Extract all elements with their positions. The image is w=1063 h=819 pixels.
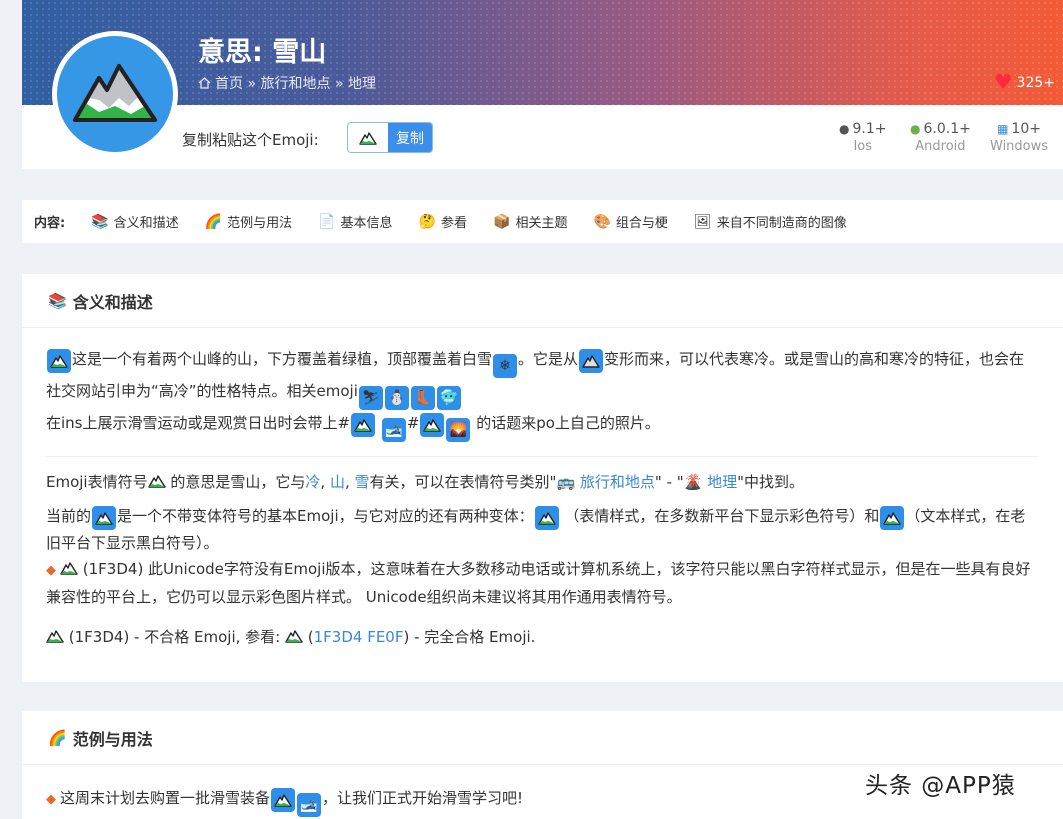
divider	[46, 456, 1039, 457]
snow-capped-mountain-icon	[359, 131, 377, 145]
snow-capped-mountain-icon	[46, 630, 64, 643]
copy-label: 复制粘贴这个Emoji:	[182, 131, 319, 149]
apple-icon: ●	[839, 122, 850, 136]
snowflake-icon[interactable]: ❄	[493, 354, 518, 378]
paragraph: (1F3D4) - 不合格 Emoji, 参看: (1F3D4 FE0F) - …	[46, 624, 1039, 650]
section-heading: 🌈 范例与用法	[22, 711, 1063, 765]
breadcrumb-separator: »	[334, 76, 344, 92]
platform-android: ● 6.0.1+ Android	[910, 121, 971, 154]
thinking-icon: 🤔	[418, 213, 436, 230]
paragraph: 这是一个有着两个山峰的山，下方覆盖着绿植，顶部覆盖着白雪 ❄ 。它是从 变形而来，可以…	[46, 346, 1039, 442]
snow-capped-mountain-icon	[73, 64, 157, 122]
platform-version: 6.0.1+	[923, 121, 971, 137]
link-fully-qualified[interactable]: 1F3D4 FE0F	[314, 628, 404, 646]
section-heading: 📚 含义和描述	[22, 274, 1063, 328]
toc-item-see-also[interactable]: 🤔 参看	[418, 212, 467, 232]
platform-ios: ● 9.1+ Ios	[839, 121, 886, 154]
folder-icon: 📦	[493, 213, 511, 230]
boot-icon[interactable]: 👢	[410, 386, 435, 410]
paragraph: 当前的 是一个不带变体符号的基本Emoji，与它对应的还有两种变体： （表情样式，…	[46, 506, 1031, 606]
link-travel-places[interactable]: 旅行和地点	[580, 473, 655, 491]
platform-version: 9.1+	[852, 121, 887, 137]
books-icon: 📚	[48, 291, 67, 310]
bus-icon: 🚌	[556, 473, 576, 491]
copy-box: 复制	[347, 122, 433, 153]
mountain-icon[interactable]	[579, 349, 604, 373]
snow-capped-mountain-text-style-icon[interactable]	[880, 506, 905, 530]
skier-icon[interactable]: ⛷	[358, 386, 383, 410]
link-snow[interactable]: 雪	[355, 473, 370, 491]
document-icon: 📄	[318, 213, 336, 230]
heart-icon: ♥	[993, 70, 1013, 94]
breadcrumb-separator: »	[247, 76, 257, 92]
snow-capped-mountain-emoji-style-icon[interactable]	[534, 506, 559, 530]
volcano-icon: 🌋	[683, 473, 703, 491]
snow-capped-mountain-icon	[147, 475, 166, 488]
snowman-icon[interactable]: ⛄	[384, 386, 409, 410]
platform-name: Android	[915, 139, 966, 154]
breadcrumb-geography-link[interactable]: 地理	[348, 76, 376, 92]
header-card	[22, 105, 1063, 169]
snow-capped-mountain-icon[interactable]	[420, 413, 445, 437]
snow-capped-mountain-icon[interactable]	[47, 349, 71, 373]
snow-capped-mountain-icon[interactable]	[351, 413, 376, 437]
watermark: 头条 @APP猿	[865, 773, 1016, 799]
page-title: 意思: 雪山	[198, 37, 327, 68]
like-button[interactable]: ♥ 325+	[994, 72, 1055, 93]
windows-icon: ▦	[997, 122, 1009, 136]
emoji-avatar	[52, 31, 178, 157]
meaning-section: 📚 含义和描述 这是一个有着两个山峰的山，下方覆盖着绿植，顶部覆盖着白雪 ❄ 。它是从…	[22, 274, 1063, 682]
header-banner	[22, 0, 1063, 105]
home-icon	[198, 77, 211, 89]
platform-version: 10+	[1011, 121, 1041, 137]
toc-item-vendor-images[interactable]: 🖼 来自不同制造商的图像	[693, 212, 847, 232]
rainbow-icon: 🌈	[48, 728, 67, 747]
toc-item-related-topics[interactable]: 📦 相关主题	[493, 212, 567, 232]
examples-section: 🌈 范例与用法 ◆ 这周末计划去购置一批滑雪装备 🎿 ，让我们正式开始滑雪学习吧!	[22, 711, 1063, 819]
link-cold[interactable]: 冷	[305, 473, 320, 491]
snow-capped-mountain-icon[interactable]	[271, 788, 296, 812]
toc-item-examples[interactable]: 🌈 范例与用法	[204, 212, 292, 232]
platform-windows: ▦ 10+ Windows	[990, 121, 1048, 154]
cold-face-icon[interactable]: 🥶	[436, 386, 461, 410]
android-icon: ●	[910, 122, 921, 136]
breadcrumb: 首页 » 旅行和地点 » 地理	[198, 73, 376, 93]
platform-name: Ios	[853, 139, 873, 154]
link-mountain[interactable]: 山	[330, 473, 345, 491]
diamond-icon: ◆	[46, 563, 56, 578]
ski-icon[interactable]: 🎿	[381, 418, 406, 442]
breadcrumb-travel-link[interactable]: 旅行和地点	[260, 76, 330, 92]
ski-icon[interactable]: 🎿	[297, 793, 322, 817]
diamond-icon: ◆	[46, 792, 56, 807]
link-geography[interactable]: 地理	[707, 473, 737, 491]
rainbow-icon: 🌈	[204, 213, 223, 230]
table-of-contents: 内容: 📚 含义和描述 🌈 范例与用法 📄 基本信息 🤔 参看 📦 相关主题 🎨 组合与梗 …	[22, 200, 1063, 243]
snow-capped-mountain-icon[interactable]	[92, 506, 117, 530]
snow-capped-mountain-icon	[285, 630, 303, 643]
copy-button[interactable]: 复制	[388, 123, 432, 152]
paragraph: Emoji表情符号 的意思是雪山，它与冷, 山, 雪有关，可以在表情符号类别"🚌…	[46, 473, 805, 491]
toc-item-combos[interactable]: 🎨 组合与梗	[593, 212, 667, 232]
breadcrumb-home-link[interactable]: 首页	[215, 76, 243, 92]
snow-capped-mountain-icon	[60, 562, 78, 575]
platform-name: Windows	[990, 139, 1049, 154]
toc-label: 内容:	[34, 216, 66, 231]
like-count: 325+	[1016, 74, 1055, 91]
palette-icon: 🎨	[593, 213, 611, 230]
picture-icon: 🖼	[693, 213, 712, 230]
books-icon: 📚	[91, 213, 109, 230]
copy-emoji[interactable]	[348, 123, 388, 152]
sunrise-over-mountains-icon[interactable]: 🌄	[446, 418, 471, 442]
toc-item-meaning[interactable]: 📚 含义和描述	[91, 212, 178, 232]
toc-item-basic-info[interactable]: 📄 基本信息	[318, 212, 392, 232]
